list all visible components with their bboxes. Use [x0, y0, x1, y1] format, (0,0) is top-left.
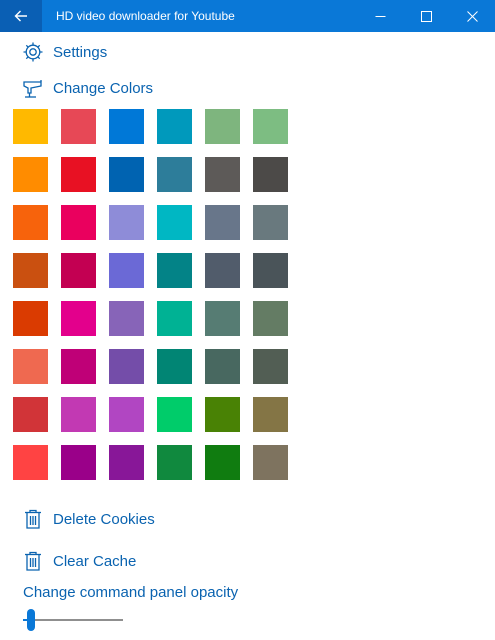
clear-cache-label: Clear Cache [53, 552, 137, 570]
color-swatch[interactable] [13, 205, 48, 240]
color-swatch[interactable] [205, 157, 240, 192]
color-swatch[interactable] [13, 157, 48, 192]
color-swatch[interactable] [205, 253, 240, 288]
slider-thumb[interactable] [27, 609, 35, 631]
color-swatch[interactable] [253, 301, 288, 336]
color-swatch[interactable] [13, 109, 48, 144]
color-swatch[interactable] [109, 397, 144, 432]
color-swatch[interactable] [205, 301, 240, 336]
color-swatch[interactable] [157, 301, 192, 336]
change-colors-button[interactable]: Change Colors [22, 74, 153, 102]
gear-icon [22, 41, 44, 63]
color-swatch[interactable] [253, 109, 288, 144]
title-bar: HD video downloader for Youtube [0, 0, 495, 32]
maximize-button[interactable] [403, 0, 449, 32]
paint-bucket-icon [22, 77, 44, 99]
color-swatch[interactable] [13, 445, 48, 480]
window-title: HD video downloader for Youtube [56, 9, 235, 23]
color-swatch[interactable] [157, 349, 192, 384]
color-swatch[interactable] [109, 109, 144, 144]
color-swatch[interactable] [13, 301, 48, 336]
color-swatch[interactable] [205, 349, 240, 384]
delete-cookies-button[interactable]: Delete Cookies [22, 505, 155, 533]
color-swatch[interactable] [157, 397, 192, 432]
close-icon [466, 10, 478, 22]
color-swatch[interactable] [157, 109, 192, 144]
color-swatch[interactable] [253, 253, 288, 288]
opacity-slider[interactable] [23, 608, 123, 632]
clear-cache-button[interactable]: Clear Cache [22, 547, 136, 575]
close-button[interactable] [449, 0, 495, 32]
color-swatch[interactable] [205, 397, 240, 432]
color-swatch[interactable] [157, 157, 192, 192]
arrow-left-icon [14, 10, 27, 22]
trash-icon [22, 508, 44, 530]
color-swatch[interactable] [109, 205, 144, 240]
color-swatch[interactable] [205, 205, 240, 240]
color-swatch[interactable] [61, 349, 96, 384]
color-swatch[interactable] [253, 349, 288, 384]
back-button[interactable] [0, 0, 42, 32]
color-swatch[interactable] [61, 301, 96, 336]
color-swatch[interactable] [61, 157, 96, 192]
color-swatch[interactable] [61, 205, 96, 240]
color-swatch[interactable] [205, 445, 240, 480]
color-swatch[interactable] [205, 109, 240, 144]
color-swatch[interactable] [157, 445, 192, 480]
color-swatch[interactable] [253, 205, 288, 240]
color-swatch[interactable] [61, 445, 96, 480]
color-swatch[interactable] [61, 109, 96, 144]
delete-cookies-label: Delete Cookies [53, 510, 155, 528]
color-swatch[interactable] [253, 397, 288, 432]
color-swatch[interactable] [109, 253, 144, 288]
color-palette [13, 109, 293, 481]
minimize-button[interactable] [357, 0, 403, 32]
color-swatch[interactable] [157, 205, 192, 240]
color-swatch[interactable] [109, 301, 144, 336]
color-swatch[interactable] [253, 445, 288, 480]
maximize-icon [420, 10, 432, 22]
color-swatch[interactable] [13, 253, 48, 288]
minimize-icon [375, 15, 385, 17]
change-colors-label: Change Colors [53, 79, 154, 97]
color-swatch[interactable] [109, 349, 144, 384]
color-swatch[interactable] [13, 397, 48, 432]
color-swatch[interactable] [61, 253, 96, 288]
color-swatch[interactable] [109, 157, 144, 192]
color-swatch[interactable] [13, 349, 48, 384]
color-swatch[interactable] [61, 397, 96, 432]
color-swatch[interactable] [157, 253, 192, 288]
color-swatch[interactable] [253, 157, 288, 192]
color-swatch[interactable] [109, 445, 144, 480]
settings-button[interactable]: Settings [22, 38, 107, 66]
trash-icon [22, 550, 44, 572]
slider-track [23, 619, 123, 621]
settings-label: Settings [53, 43, 108, 61]
opacity-label: Change command panel opacity [23, 584, 239, 601]
